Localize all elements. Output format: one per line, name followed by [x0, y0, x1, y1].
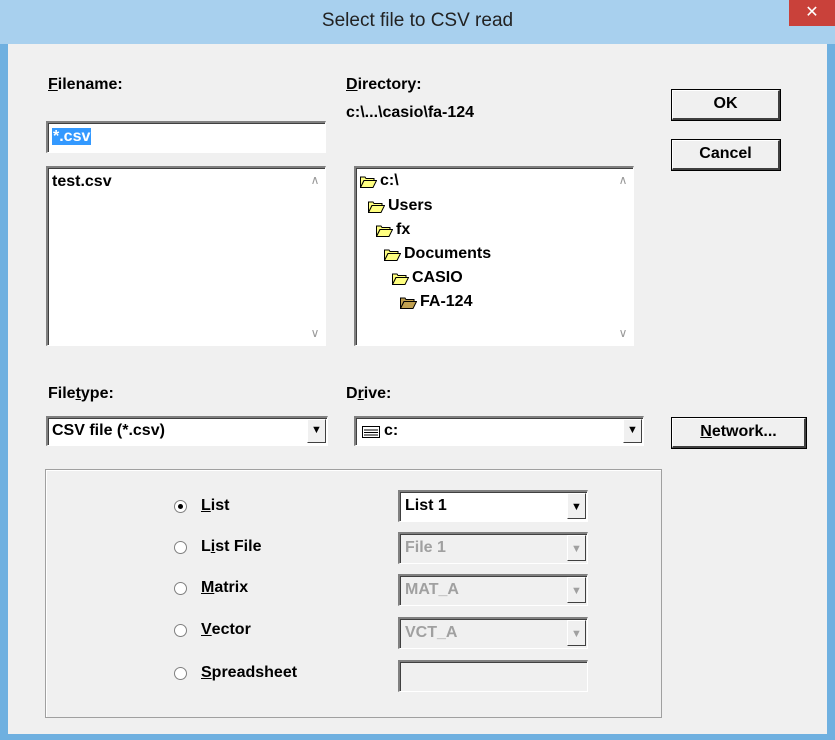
- radio-list-file[interactable]: Li st File: [174, 538, 261, 556]
- drive-label-rest: ive:: [363, 385, 392, 402]
- radio-matrix[interactable]: Matrix: [174, 579, 248, 597]
- filename-input-value: *.csv: [52, 128, 92, 145]
- tree-item-label: Documents: [404, 245, 492, 262]
- directory-label-accel: D: [346, 76, 358, 93]
- radio-list[interactable]: List: [174, 497, 229, 515]
- folder-open-icon: [384, 249, 401, 261]
- radio-icon: [174, 581, 187, 595]
- filetype-value: CSV file (*.csv): [52, 422, 165, 439]
- drive-select[interactable]: c: ▼: [354, 416, 644, 446]
- filetype-label: Filetype:: [48, 385, 114, 403]
- radio-label-rest: ector: [211, 621, 251, 638]
- list-file-select: File 1 ▼: [398, 532, 588, 564]
- radio-label-pre: L: [201, 538, 211, 555]
- tree-item-label: FA-124: [420, 293, 473, 310]
- radio-label-rest: atrix: [214, 579, 249, 596]
- chevron-down-icon: ▼: [567, 620, 586, 646]
- radio-icon: [174, 623, 187, 637]
- filetype-label-rest: ype:: [80, 385, 114, 402]
- dialog-window: Select file to CSV read ✕ Filename: *.cs…: [0, 0, 835, 740]
- directory-label-rest: irectory:: [357, 76, 422, 93]
- folder-open-icon: [392, 273, 409, 285]
- network-button[interactable]: Network...: [672, 418, 806, 448]
- dialog-client: Filename: *.csv test.csv ∧ ∨ Directory: …: [8, 44, 827, 734]
- chevron-down-icon[interactable]: ▼: [567, 493, 586, 519]
- scroll-down-icon[interactable]: ∨: [307, 325, 323, 341]
- chevron-down-icon[interactable]: ▼: [623, 419, 642, 443]
- chevron-down-icon: ▼: [567, 535, 586, 561]
- filetype-select[interactable]: CSV file (*.csv) ▼: [46, 416, 328, 446]
- filename-label-rest: ilename:: [57, 76, 123, 93]
- cancel-button[interactable]: Cancel: [672, 140, 780, 170]
- chevron-down-icon[interactable]: ▼: [307, 419, 326, 443]
- radio-label-accel: S: [201, 664, 212, 681]
- scroll-up-icon[interactable]: ∧: [615, 172, 631, 188]
- drive-label: Drive:: [346, 385, 391, 403]
- list-select[interactable]: List 1 ▼: [398, 490, 588, 522]
- radio-spreadsheet[interactable]: Spreadsheet: [174, 664, 297, 682]
- radio-icon: [174, 666, 187, 680]
- folder-open-icon: [368, 201, 385, 213]
- filetype-label-pre: File: [48, 385, 76, 402]
- directory-tree[interactable]: c:\ Users fx Documents CASIO FA-124 ∧ ∨: [354, 166, 634, 346]
- matrix-select: MAT_A ▼: [398, 574, 588, 606]
- radio-label-rest: ist: [210, 497, 230, 514]
- radio-label-accel: L: [201, 497, 211, 514]
- tree-item-label: Users: [388, 197, 433, 214]
- folder-open-icon: [360, 176, 377, 188]
- radio-label-accel: M: [201, 579, 215, 596]
- drive-value: c:: [384, 422, 399, 439]
- network-rest: etwork...: [711, 423, 777, 440]
- scroll-up-icon[interactable]: ∧: [307, 172, 323, 188]
- vector-select: VCT_A ▼: [398, 617, 588, 649]
- drive-icon: [362, 426, 380, 438]
- chevron-down-icon: ▼: [567, 577, 586, 603]
- directory-label: Directory:: [346, 76, 422, 94]
- tree-item-label: fx: [396, 221, 411, 238]
- close-button[interactable]: ✕: [789, 0, 835, 26]
- tree-item-root[interactable]: c:\: [360, 172, 399, 190]
- radio-label-rest: st File: [215, 538, 262, 555]
- radio-icon: [174, 540, 187, 554]
- tree-item-fa124[interactable]: FA-124: [400, 293, 472, 311]
- drive-label-pre: D: [346, 385, 358, 402]
- filename-label: Filename:: [48, 76, 123, 94]
- ok-button[interactable]: OK: [672, 90, 780, 120]
- title-bar[interactable]: Select file to CSV read ✕: [0, 0, 835, 44]
- folder-open-selected-icon: [400, 297, 417, 309]
- directory-path: c:\...\casio\fa-124: [346, 104, 475, 121]
- folder-open-icon: [376, 225, 393, 237]
- dialog-title: Select file to CSV read: [321, 10, 514, 31]
- tree-item-label: c:\: [380, 172, 399, 189]
- spreadsheet-field: [398, 660, 588, 692]
- tree-item-label: CASIO: [412, 269, 463, 286]
- filename-label-accel: F: [48, 76, 58, 93]
- file-list[interactable]: test.csv ∧ ∨: [46, 166, 326, 346]
- radio-label-rest: preadsheet: [211, 664, 298, 681]
- network-accel: N: [700, 423, 712, 440]
- filename-input[interactable]: *.csv: [46, 121, 326, 153]
- scroll-down-icon[interactable]: ∨: [615, 325, 631, 341]
- list-select-value: List 1: [405, 497, 447, 514]
- vector-value: VCT_A: [405, 624, 458, 641]
- tree-item-fx[interactable]: fx: [376, 221, 410, 239]
- tree-item-documents[interactable]: Documents: [384, 245, 491, 263]
- radio-icon: [174, 499, 187, 513]
- radio-vector[interactable]: Vector: [174, 621, 251, 639]
- list-file-value: File 1: [405, 539, 446, 556]
- radio-label-accel: V: [201, 621, 212, 638]
- tree-item-casio[interactable]: CASIO: [392, 269, 463, 287]
- tree-item-users[interactable]: Users: [368, 197, 432, 215]
- matrix-value: MAT_A: [405, 581, 459, 598]
- file-list-item[interactable]: test.csv: [52, 173, 112, 191]
